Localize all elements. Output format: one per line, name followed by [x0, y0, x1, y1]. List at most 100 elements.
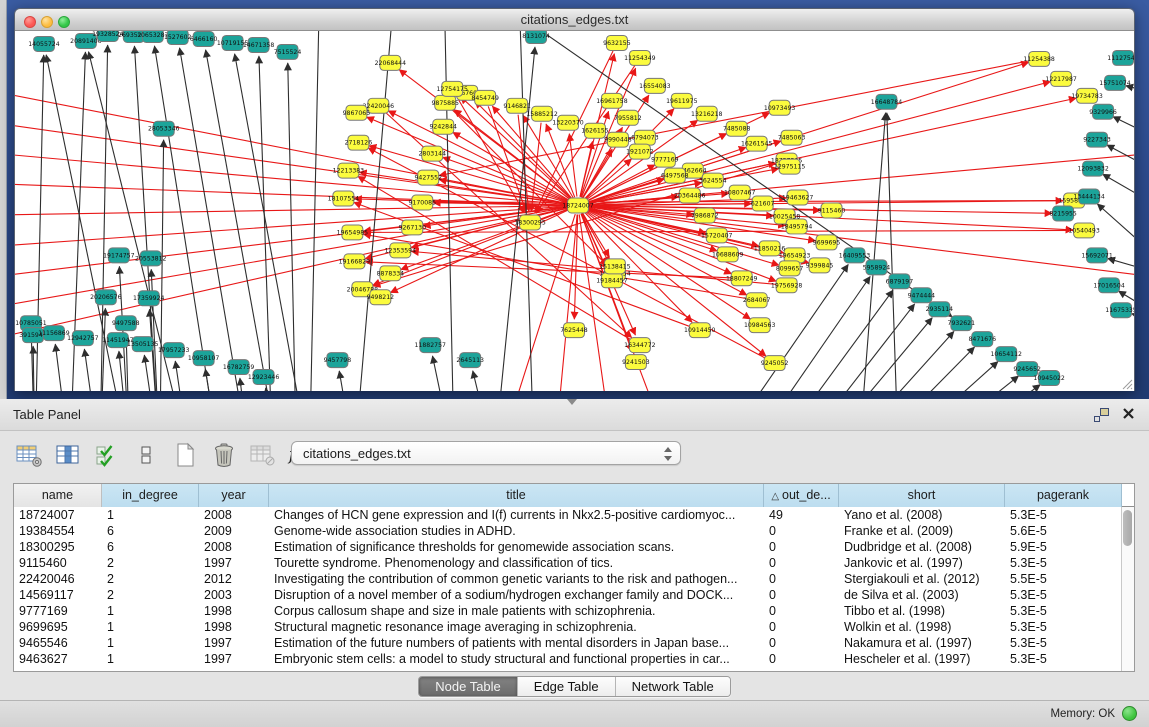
window-titlebar[interactable]: citations_edges.txt [15, 9, 1134, 31]
network-node[interactable]: 9427552 [415, 170, 443, 185]
tab-network-table[interactable]: Network Table [616, 677, 730, 696]
network-edge[interactable] [863, 347, 974, 391]
network-edge[interactable] [587, 208, 779, 265]
network-node[interactable]: 10654112 [991, 347, 1023, 362]
splitter-handle[interactable] [567, 399, 577, 405]
network-node[interactable]: 12353594 [385, 243, 417, 258]
network-node[interactable]: 7932621 [948, 316, 976, 331]
network-node[interactable]: 2803144 [418, 146, 446, 161]
table-row[interactable]: 969969511998Structural magnetic resonanc… [14, 619, 1134, 635]
network-node[interactable]: 17016504 [1093, 278, 1125, 293]
network-edge[interactable] [369, 146, 569, 203]
network-node[interactable]: 16782759 [223, 360, 255, 375]
network-node[interactable]: 9399845 [806, 258, 834, 273]
vertical-scrollbar[interactable] [1121, 507, 1134, 671]
column-header-in_degree[interactable]: in_degree [102, 484, 199, 507]
column-header-out_de[interactable]: △out_de... [764, 484, 839, 507]
table-settings-icon[interactable] [14, 441, 44, 469]
memory-indicator[interactable] [1122, 706, 1137, 721]
network-edge[interactable] [938, 385, 1040, 391]
network-node[interactable]: 13216218 [691, 106, 723, 121]
network-edge[interactable] [339, 371, 354, 391]
column-header-year[interactable]: year [199, 484, 269, 507]
network-node[interactable]: 9497588 [112, 316, 140, 331]
network-node[interactable]: 11254388 [1023, 51, 1055, 66]
network-edge[interactable] [288, 63, 297, 391]
network-node[interactable]: 12213383 [333, 163, 365, 178]
table-row[interactable]: 946554611997Estimation of the future num… [14, 635, 1134, 651]
network-node[interactable]: 9242844 [429, 119, 457, 134]
network-node[interactable]: 17957233 [158, 343, 190, 358]
network-node[interactable]: 7515524 [274, 44, 302, 59]
network-edge[interactable] [433, 356, 455, 391]
network-edge[interactable] [814, 318, 933, 391]
network-node[interactable]: 12093832 [1077, 161, 1109, 176]
network-edge[interactable] [205, 369, 219, 391]
network-node[interactable]: 19654985 [337, 225, 369, 240]
network-node[interactable]: 7625448 [560, 323, 588, 338]
network-edge[interactable] [388, 111, 570, 202]
scrollbar-thumb[interactable] [1123, 510, 1132, 546]
network-node[interactable]: 1527602 [164, 31, 192, 44]
network-edge[interactable] [266, 388, 280, 391]
network-node[interactable]: 9474444 [908, 288, 936, 303]
resize-grip[interactable] [1120, 377, 1133, 390]
network-node[interactable]: 19756928 [771, 278, 803, 293]
network-edge[interactable] [309, 31, 319, 391]
table-row[interactable]: 977716911998Corpus callosum shape and si… [14, 603, 1134, 619]
network-edge[interactable] [15, 151, 569, 205]
network-node[interactable]: 7485088 [723, 121, 751, 136]
network-edge[interactable] [235, 54, 310, 391]
network-node[interactable]: 2645113 [456, 353, 484, 368]
column-header-name[interactable]: name [14, 484, 102, 507]
network-node[interactable]: 9632155 [603, 35, 631, 50]
network-node[interactable]: 7485063 [778, 130, 806, 145]
network-edge[interactable] [587, 207, 1134, 281]
network-node[interactable]: 2718126 [345, 135, 373, 150]
tab-node-table[interactable]: Node Table [419, 677, 518, 696]
network-edge[interactable] [579, 214, 614, 391]
network-node[interactable]: 10984563 [744, 318, 776, 333]
network-node[interactable]: 9699695 [813, 235, 841, 250]
network-node[interactable]: 10540493 [1068, 223, 1100, 238]
network-node[interactable]: 8215955 [1049, 206, 1077, 221]
network-edge[interactable] [175, 361, 189, 391]
table-row[interactable]: 911546021997Tourette syndrome. Phenomeno… [14, 555, 1134, 571]
network-node[interactable]: 15720407 [701, 228, 733, 243]
network-node[interactable]: 12923446 [248, 370, 280, 385]
table-row[interactable]: 1830029562008Estimation of significance … [14, 539, 1134, 555]
network-edge[interactable] [580, 141, 593, 196]
network-node[interactable]: 9241503 [622, 355, 650, 370]
network-node[interactable]: 28053346 [148, 121, 180, 136]
network-node[interactable]: 16261545 [741, 136, 773, 151]
row-height-icon[interactable] [131, 441, 161, 469]
table-selector[interactable]: citations_edges.txt [291, 441, 681, 465]
network-edge[interactable] [1131, 314, 1134, 331]
network-node[interactable]: 19611975 [666, 93, 698, 108]
network-node[interactable]: 2684067 [743, 293, 771, 308]
network-node[interactable]: 621607 [751, 196, 775, 211]
tab-edge-table[interactable]: Edge Table [518, 677, 616, 696]
column-header-pagerank[interactable]: pagerank [1005, 484, 1122, 507]
column-header-short[interactable]: short [839, 484, 1005, 507]
network-node[interactable]: 9875885 [431, 95, 459, 110]
network-node[interactable]: 1921072 [626, 144, 654, 159]
network-node[interactable]: 9777169 [651, 152, 679, 167]
network-node[interactable]: 16554083 [639, 78, 671, 93]
network-node[interactable]: 10688609 [712, 247, 744, 262]
network-node[interactable]: 8878334 [377, 266, 405, 281]
network-node[interactable]: 9990448 [604, 132, 632, 147]
network-edge[interactable] [84, 349, 99, 391]
network-edge[interactable] [1126, 86, 1134, 101]
network-edge[interactable] [55, 344, 70, 391]
network-edge[interactable] [354, 31, 394, 391]
table-row[interactable]: 2242004622012Investigating the contribut… [14, 571, 1134, 587]
network-node[interactable]: 11254349 [624, 50, 656, 65]
network-node[interactable]: 16409553 [839, 248, 871, 263]
network-edge[interactable] [769, 290, 893, 391]
network-node[interactable]: 5958924 [863, 260, 891, 275]
network-node[interactable]: 16961758 [596, 93, 628, 108]
network-node[interactable]: 19734783 [1071, 88, 1103, 103]
network-edge[interactable] [913, 376, 1018, 391]
network-node[interactable]: 22068444 [375, 55, 407, 70]
